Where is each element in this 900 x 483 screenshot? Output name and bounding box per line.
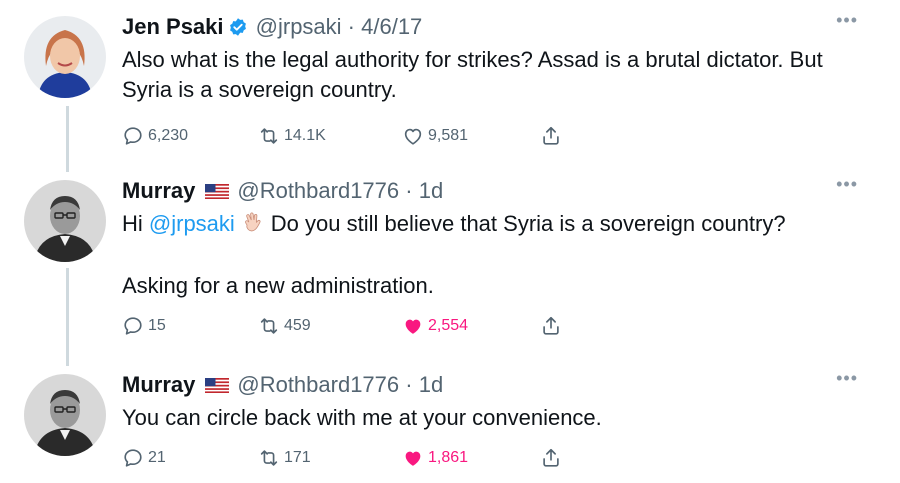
timestamp[interactable]: 1d <box>419 372 443 397</box>
like-button[interactable]: 2,554 <box>402 312 468 340</box>
share-button[interactable] <box>540 444 566 472</box>
reply-button[interactable]: 15 <box>122 312 166 340</box>
mention-link[interactable]: @jrpsaki <box>149 211 235 236</box>
share-icon <box>540 315 562 337</box>
tweet-text: Hi @jrpsaki Do you still believe that Syr… <box>122 209 860 301</box>
us-flag-icon <box>205 378 229 393</box>
us-flag-icon <box>205 184 229 199</box>
more-options-icon[interactable]: ••• <box>836 368 858 389</box>
heart-icon <box>402 125 424 147</box>
handle[interactable]: @jrpsaki <box>256 14 342 39</box>
separator: · <box>405 372 413 397</box>
more-options-icon[interactable]: ••• <box>836 174 858 195</box>
tweet-content: Jen Psaki @jrpsaki · 4/6/17 ••• Also wha… <box>122 10 860 105</box>
reply-button[interactable]: 21 <box>122 444 166 472</box>
tweet-content: Murray @Rothbard1776 · 1d ••• You can cir… <box>122 368 860 433</box>
verified-badge-icon <box>229 18 246 36</box>
retweet-count: 459 <box>284 317 311 334</box>
waving-hand-icon <box>244 212 261 232</box>
reply-count: 15 <box>148 317 166 334</box>
retweet-icon <box>258 315 280 337</box>
separator: · <box>347 14 355 39</box>
tweet-text: You can circle back with me at your conv… <box>122 405 602 430</box>
more-options-icon[interactable]: ••• <box>836 10 858 31</box>
avatar[interactable] <box>24 180 106 262</box>
reply-icon <box>122 315 144 337</box>
tweet-content: Murray @Rothbard1776 · 1d ••• Hi @jrpsaki… <box>122 174 860 301</box>
retweet-count: 14.1K <box>284 127 326 144</box>
tweet-header: Jen Psaki @jrpsaki · 4/6/17 <box>122 12 860 42</box>
share-button[interactable] <box>540 312 566 340</box>
like-button[interactable]: 9,581 <box>402 122 468 150</box>
retweet-button[interactable]: 171 <box>258 444 311 472</box>
avatar[interactable] <box>24 374 106 456</box>
retweet-button[interactable]: 14.1K <box>258 122 326 150</box>
display-name[interactable]: Murray <box>122 178 195 203</box>
retweet-icon <box>258 125 280 147</box>
share-icon <box>540 447 562 469</box>
retweet-count: 171 <box>284 449 311 466</box>
reply-icon <box>122 125 144 147</box>
share-icon <box>540 125 562 147</box>
display-name[interactable]: Jen Psaki <box>122 14 224 39</box>
reply-button[interactable]: 6,230 <box>122 122 188 150</box>
thread-line <box>66 106 69 172</box>
handle[interactable]: @Rothbard1776 <box>237 178 399 203</box>
tweet-header: Murray @Rothbard1776 · 1d <box>122 370 860 400</box>
retweet-icon <box>258 447 280 469</box>
heart-filled-icon <box>402 315 424 337</box>
like-count: 1,861 <box>428 449 469 466</box>
tweet-text: Also what is the legal authority for str… <box>122 47 823 102</box>
heart-filled-icon <box>402 447 424 469</box>
display-name[interactable]: Murray <box>122 372 195 397</box>
timestamp[interactable]: 4/6/17 <box>361 14 422 39</box>
tweet-header: Murray @Rothbard1776 · 1d <box>122 176 860 206</box>
share-button[interactable] <box>540 122 566 150</box>
timestamp[interactable]: 1d <box>419 178 443 203</box>
text-suffix: Do you still believe that Syria is a sov… <box>270 211 786 236</box>
separator: · <box>405 178 413 203</box>
thread-line <box>66 268 69 366</box>
like-count: 2,554 <box>428 317 469 334</box>
reply-count: 6,230 <box>148 127 189 144</box>
retweet-button[interactable]: 459 <box>258 312 311 340</box>
like-count: 9,581 <box>428 127 469 144</box>
like-button[interactable]: 1,861 <box>402 444 468 472</box>
text-line-2: Asking for a new administration. <box>122 273 434 298</box>
text-prefix: Hi <box>122 211 149 236</box>
reply-icon <box>122 447 144 469</box>
handle[interactable]: @Rothbard1776 <box>237 372 399 397</box>
reply-count: 21 <box>148 449 166 466</box>
avatar[interactable] <box>24 16 106 98</box>
